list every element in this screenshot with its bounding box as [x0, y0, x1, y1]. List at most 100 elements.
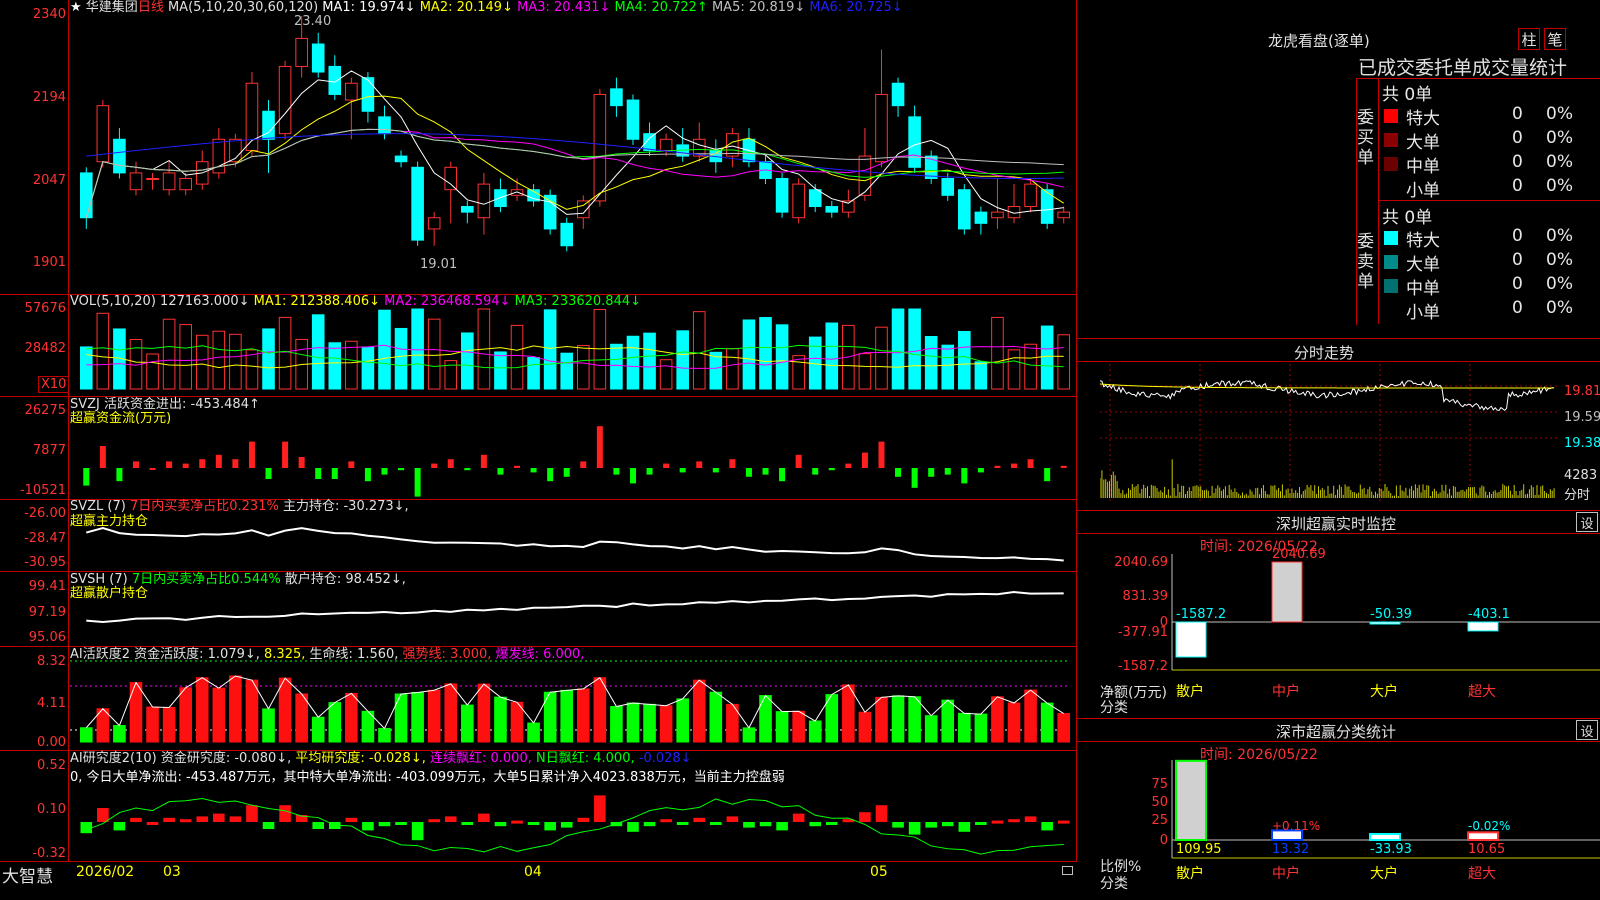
research-bar [511, 820, 523, 824]
flow-bar [1027, 459, 1034, 468]
active-bar [842, 684, 855, 743]
research-bar [80, 822, 93, 834]
buy-row-value: 0 [1512, 128, 1523, 148]
classify-bar-value: 109.95 [1176, 842, 1222, 857]
volume-bar [1040, 325, 1054, 390]
classify-axis-label: 25 [1151, 813, 1168, 828]
research-bar [97, 808, 109, 822]
flow-bar [431, 463, 438, 468]
brand-label: 大智慧 [2, 867, 53, 887]
vol-axis-label: 28482 [24, 341, 66, 356]
candle-down [891, 82, 905, 107]
volume-bar [1057, 334, 1071, 390]
ai-research-axis-label: 0.52 [37, 758, 66, 773]
volume-bar [825, 322, 839, 390]
active-bar [278, 677, 292, 743]
flow-bar [845, 463, 852, 468]
active-bar [560, 689, 574, 743]
research-bar [428, 819, 440, 823]
column-view-button[interactable]: 柱 [1518, 28, 1540, 50]
flow-bar [116, 468, 123, 482]
active-bar [576, 688, 590, 743]
classify-category-label: 大户 [1370, 865, 1398, 882]
candle-down [311, 43, 325, 73]
volume-bar [726, 348, 739, 390]
flow-bar [911, 468, 918, 488]
volume-bar [792, 355, 805, 390]
volume-bar [775, 324, 789, 390]
ai-research-summary: 0, 今日大单净流出: -453.487万元，其中特大单净流出: -403.09… [70, 770, 785, 785]
research-bar [908, 822, 921, 835]
candle-down [560, 222, 574, 247]
period-label[interactable]: 日线 [138, 0, 164, 15]
active-bar [212, 687, 226, 743]
candle-down [626, 99, 640, 140]
volume-bar [958, 330, 971, 390]
research-bar [527, 822, 540, 825]
flow-bar [696, 461, 703, 468]
date-axis-label: 03 [163, 864, 181, 880]
active-bar [692, 679, 706, 743]
dragon-title: 龙虎看盘(逐单) [1268, 32, 1370, 50]
sell-count: 共 0单 [1382, 208, 1433, 228]
research-bar [577, 817, 590, 822]
volume-bar [610, 343, 623, 390]
active-bar [924, 715, 938, 743]
research-bar [743, 822, 755, 828]
tick-view-button[interactable]: 笔 [1544, 28, 1566, 50]
dragon-split-v [1378, 78, 1379, 324]
ma6-value: MA6: 20.725↓ [809, 0, 903, 15]
active-bar [229, 675, 242, 743]
research-bar [710, 822, 722, 825]
intraday-price-label: 19.59 [1564, 410, 1600, 425]
candle-up [477, 183, 491, 219]
classify-settings-button[interactable]: 设 [1576, 720, 1598, 740]
research-bar [693, 817, 706, 822]
svzl-note: 7日内买卖净占比0.231% [129, 499, 279, 514]
active-bar [328, 702, 342, 743]
flow-bar [745, 468, 752, 477]
price-axis-label: 2194 [32, 90, 66, 105]
candle-down [908, 116, 921, 168]
monitor-axis-label: 2040.69 [1114, 555, 1168, 570]
research-bar [660, 819, 672, 823]
monitor-bar [1271, 561, 1303, 623]
star-icon[interactable]: ★ [70, 0, 82, 15]
research-bar [991, 820, 1004, 824]
candle-up [146, 178, 159, 181]
ai-active-burst: 爆发线: 6.000, [495, 647, 585, 662]
classify-category-label: 中户 [1272, 865, 1300, 882]
volume-bar [676, 330, 689, 390]
buy-row-label: 大单 [1406, 133, 1440, 153]
svzj-axis-label: -10521 [19, 483, 66, 498]
active-bar [394, 693, 408, 743]
flow-bar [348, 461, 355, 468]
intraday-chart[interactable] [1100, 364, 1560, 504]
sell-row-label: 中单 [1406, 279, 1440, 299]
lock-icon[interactable] [1062, 866, 1073, 875]
candle-down [394, 155, 408, 163]
research-bar [594, 795, 606, 822]
active-bar [891, 695, 905, 743]
monitor-category-label: 中户 [1272, 683, 1300, 700]
vol-unit-badge: X10 [38, 376, 70, 393]
date-axis-label: 04 [524, 864, 542, 880]
classify-xlabel: 分类 [1100, 876, 1128, 892]
research-bar [279, 805, 291, 822]
svsh-value: 散户持仓: 98.452↓, [284, 572, 406, 587]
volume-bar [146, 353, 159, 390]
volume-bar [262, 328, 275, 390]
candlestick-chart[interactable] [0, 0, 1076, 862]
classify-category-label: 超大 [1468, 866, 1496, 882]
candle-down [825, 206, 839, 213]
volume-bar [328, 342, 342, 390]
research-bar [726, 816, 739, 822]
active-bar [461, 704, 474, 743]
volume-bar [626, 335, 640, 390]
volume-bar [278, 316, 292, 390]
stock-name[interactable]: 华建集团 [86, 0, 138, 15]
research-bar [792, 813, 805, 822]
candle-up [162, 172, 176, 191]
monitor-settings-button[interactable]: 设 [1576, 512, 1598, 532]
volume-bar [924, 336, 938, 390]
